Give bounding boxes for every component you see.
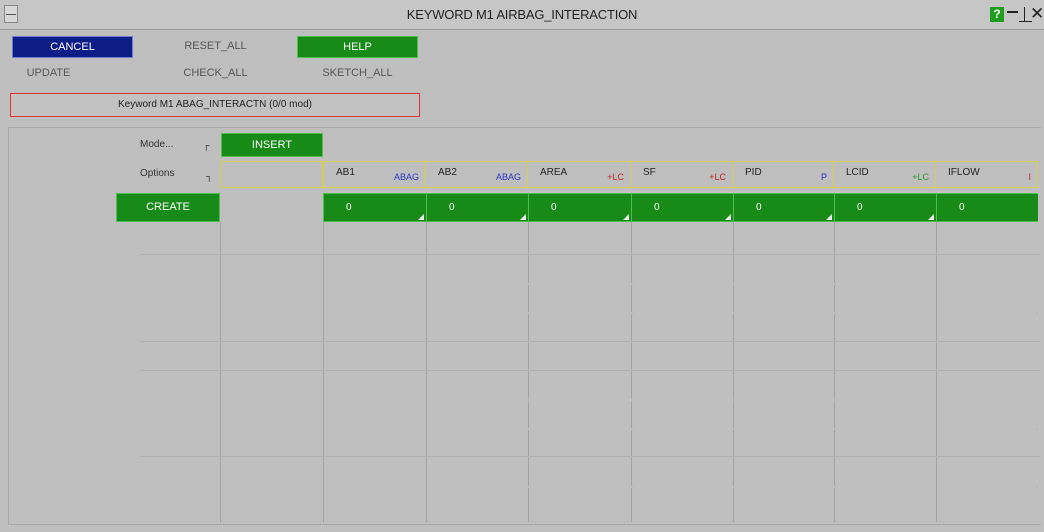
column-name: IFLOW [948, 167, 980, 178]
grid-dot [528, 283, 530, 285]
mode-insert-button[interactable]: INSERT [221, 133, 323, 157]
grid-dot [631, 312, 633, 314]
column-type: I [1028, 172, 1031, 182]
grid-dot [1036, 283, 1038, 285]
keyword-status-box: Keyword M1 ABAG_INTERACTN (0/0 mod) [10, 93, 420, 117]
help-question-icon[interactable]: ? [990, 7, 1004, 22]
grid-dot [834, 486, 836, 488]
row-label-pane [117, 127, 220, 523]
value-cell-area[interactable]: 0 [528, 193, 631, 222]
column-header-iflow[interactable]: IFLOW I [936, 161, 1038, 188]
grid-dot [528, 312, 530, 314]
grid-dot [1036, 486, 1038, 488]
value-cell-pid[interactable]: 0 [733, 193, 834, 222]
value-cell-ab2[interactable]: 0 [426, 193, 528, 222]
grid-dot [631, 428, 633, 430]
grid-dot [834, 312, 836, 314]
grid-hline [140, 341, 1040, 342]
column-name: AB1 [336, 167, 355, 178]
column-type: +LC [607, 172, 624, 182]
cell-popup-icon[interactable] [418, 214, 424, 220]
grid-dot [733, 283, 735, 285]
cell-value: 0 [654, 202, 660, 213]
options-box[interactable] [221, 161, 323, 188]
grid-vline [426, 222, 427, 522]
cell-value: 0 [959, 202, 965, 213]
grid-vline [528, 222, 529, 522]
column-name: LCID [846, 167, 869, 178]
cell-popup-icon[interactable] [826, 214, 832, 220]
check-all-button[interactable]: CHECK_ALL [155, 63, 276, 85]
update-button[interactable]: UPDATE [12, 63, 85, 85]
grid-dot [834, 399, 836, 401]
minimize-icon[interactable] [1007, 7, 1018, 22]
grid-hline [140, 370, 1040, 371]
grid-dot [733, 399, 735, 401]
window-title: KEYWORD M1 AIRBAG_INTERACTION [406, 7, 638, 22]
close-icon[interactable]: ✕ [1030, 4, 1044, 24]
options-popup-icon[interactable]: ┐ [206, 171, 216, 181]
cell-popup-icon[interactable] [623, 214, 629, 220]
cell-value: 0 [551, 202, 557, 213]
grid-vline [834, 222, 835, 522]
cell-value: 0 [756, 202, 762, 213]
cell-value: 0 [346, 202, 352, 213]
column-name: PID [745, 167, 762, 178]
column-name: AB2 [438, 167, 457, 178]
grid-dot [1036, 312, 1038, 314]
grid-hline [140, 254, 1040, 255]
grid-vline [733, 222, 734, 522]
grid-dot [733, 486, 735, 488]
cancel-button[interactable]: CANCEL [12, 36, 133, 58]
sketch-all-button[interactable]: SKETCH_ALL [297, 63, 418, 85]
cell-value: 0 [857, 202, 863, 213]
grid-dot [631, 283, 633, 285]
column-type: P [820, 172, 827, 182]
column-header-ab2[interactable]: AB2 ABAG [426, 161, 528, 188]
grid-dot [834, 428, 836, 430]
column-type: ABAG [393, 172, 419, 182]
column-name: SF [643, 167, 656, 178]
grid-dot [528, 399, 530, 401]
grid-dot [528, 428, 530, 430]
grid-dot [733, 428, 735, 430]
grid-vline [323, 222, 324, 522]
column-type: ABAG [495, 172, 521, 182]
column-header-area[interactable]: AREA +LC [528, 161, 631, 188]
create-button[interactable]: CREATE [116, 193, 220, 222]
grid-dot [1036, 399, 1038, 401]
column-header-sf[interactable]: SF +LC [631, 161, 733, 188]
column-header-ab1[interactable]: AB1 ABAG [323, 161, 426, 188]
grid-dot [631, 399, 633, 401]
grid-vline [220, 222, 221, 522]
help-button[interactable]: HELP [297, 36, 418, 58]
reset-all-button[interactable]: RESET_ALL [155, 36, 276, 58]
cell-value: 0 [449, 202, 455, 213]
grid-dot [631, 486, 633, 488]
cell-popup-icon[interactable] [928, 214, 934, 220]
value-cell-iflow[interactable]: 0 [936, 193, 1038, 222]
mode-label: Mode... [140, 139, 174, 150]
column-header-lcid[interactable]: LCID +LC [834, 161, 936, 188]
options-label: Options [140, 168, 175, 179]
value-cell-sf[interactable]: 0 [631, 193, 733, 222]
value-cell-lcid[interactable]: 0 [834, 193, 936, 222]
grid-vline [936, 222, 937, 522]
cell-popup-icon[interactable] [520, 214, 526, 220]
column-header-pid[interactable]: PID P [733, 161, 834, 188]
grid-hline [140, 456, 1040, 457]
grid-dot [1036, 428, 1038, 430]
mode-popup-icon[interactable]: ┌ [203, 140, 213, 150]
column-type: +LC [912, 172, 929, 182]
cell-popup-icon[interactable] [725, 214, 731, 220]
column-type: +LC [709, 172, 726, 182]
grid-dot [834, 283, 836, 285]
value-cell-ab1[interactable]: 0 [323, 193, 426, 222]
grid-dot [528, 486, 530, 488]
grid-dot [733, 312, 735, 314]
column-name: AREA [540, 167, 568, 178]
grid-vline [631, 222, 632, 522]
